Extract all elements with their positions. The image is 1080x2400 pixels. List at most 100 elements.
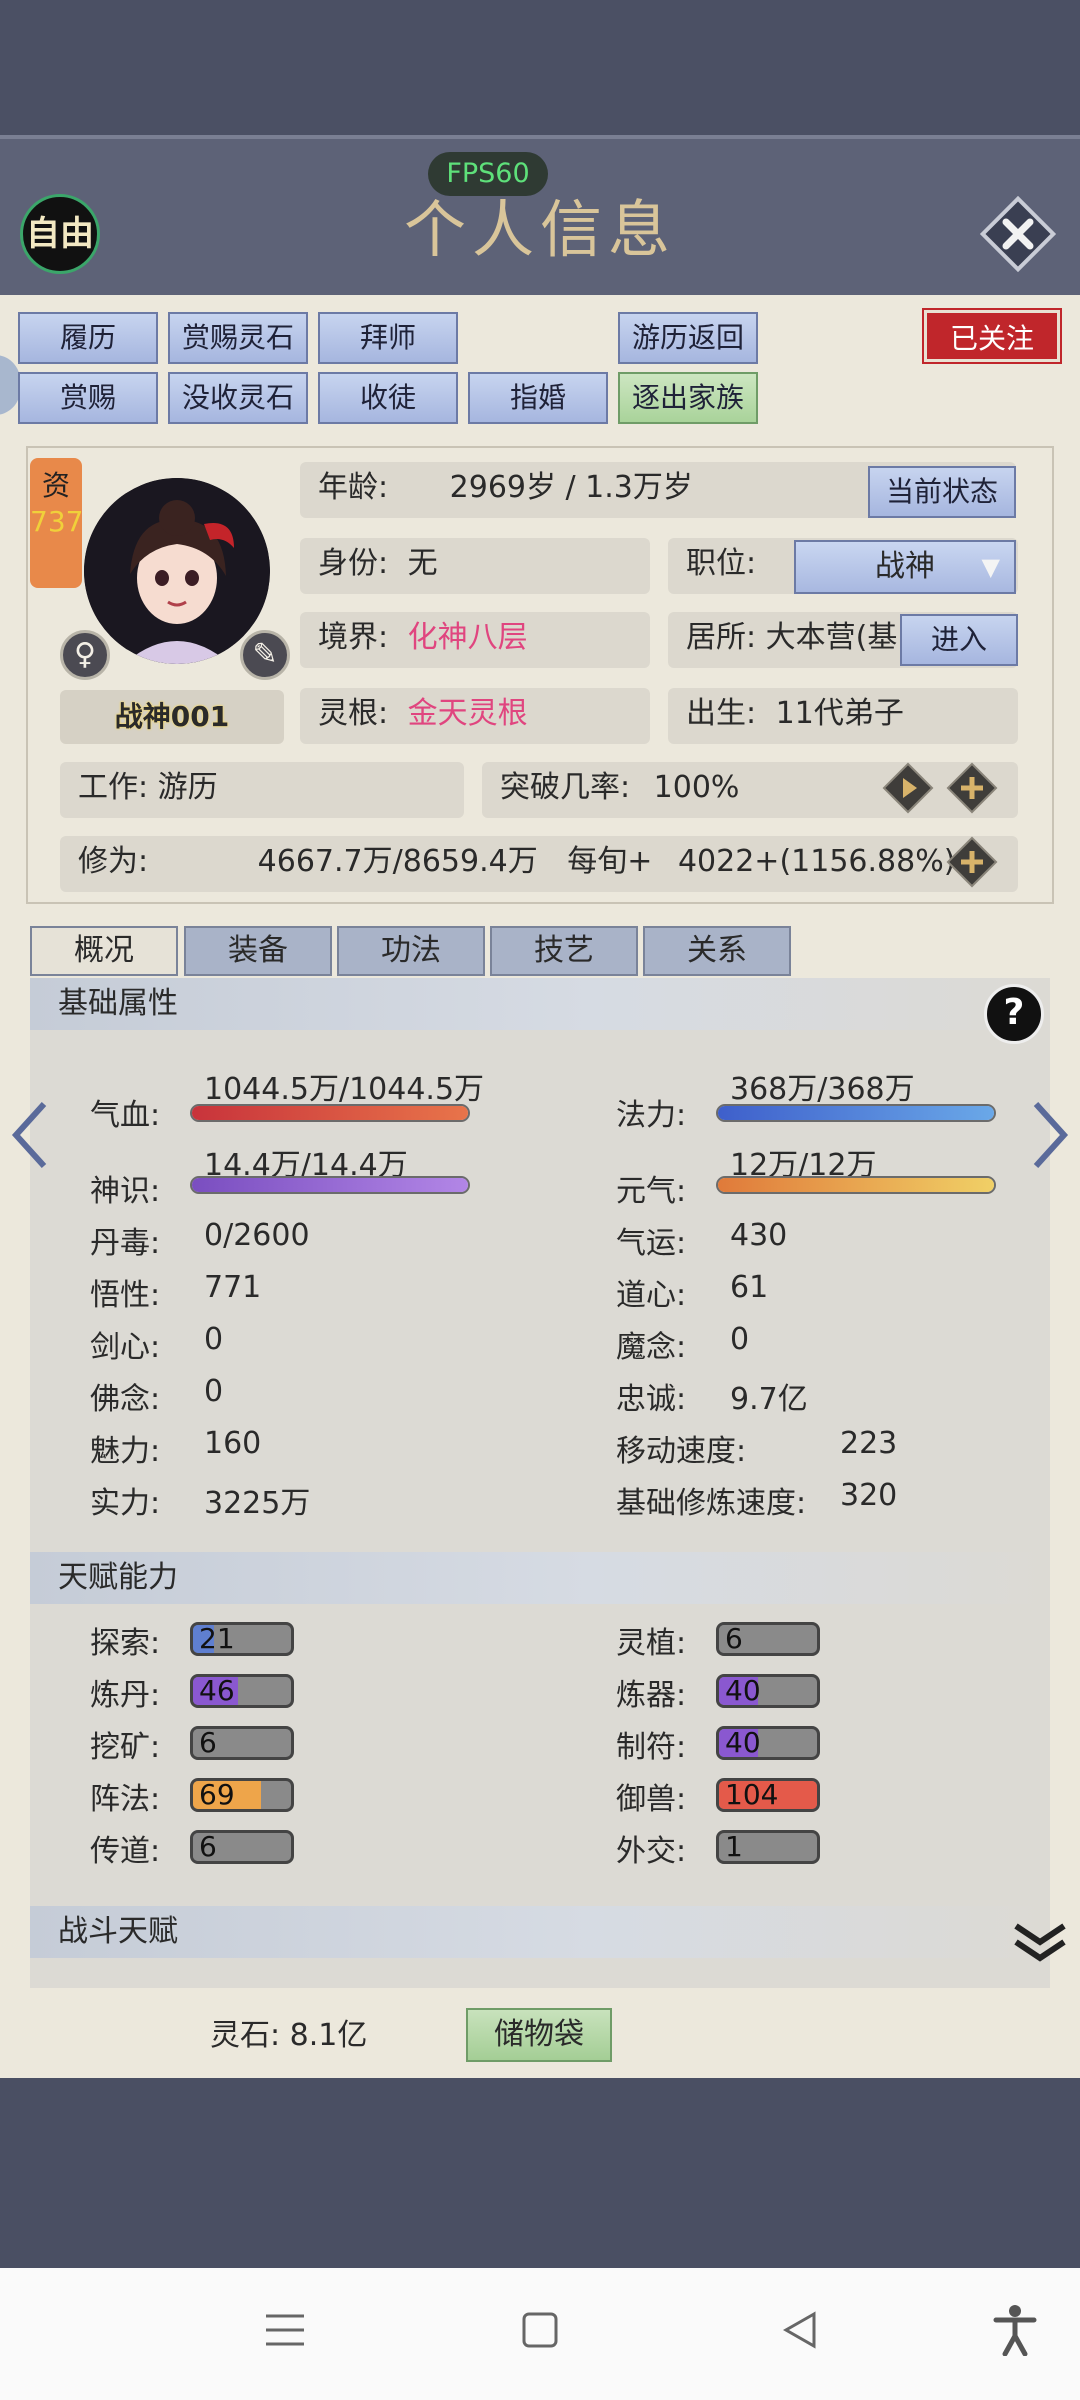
previous-character-button[interactable] (8, 1100, 52, 1170)
spirit-root-row: 灵根: 金天灵根 (300, 688, 650, 744)
stat-value: 3225万 (204, 1486, 311, 1521)
vital-bar (716, 1176, 996, 1194)
confiscate-stone-button[interactable]: 没收灵石 (168, 372, 308, 424)
tab-equipment[interactable]: 装备 (184, 926, 332, 976)
talent-label: 挖矿: (90, 1730, 161, 1765)
birth-label: 出生: (686, 696, 757, 731)
tab-skills[interactable]: 功法 (337, 926, 485, 976)
realm-label: 境界: (318, 620, 389, 655)
spirit-stone-display: 灵石: 8.1亿 (210, 2010, 367, 2062)
play-button[interactable] (882, 762, 934, 814)
chevron-left-icon (11, 1101, 47, 1169)
stat-value: 0 (204, 1322, 224, 1357)
double-chevron-down-icon (1014, 1923, 1066, 1962)
apprentice-button[interactable]: 拜师 (318, 312, 458, 364)
close-button[interactable] (979, 195, 1057, 273)
tab-overview[interactable]: 概况 (30, 926, 178, 976)
reward-stone-button[interactable]: 赏赐灵石 (168, 312, 308, 364)
stat-label: 实力: (90, 1486, 161, 1521)
birth-value: 11代弟子 (775, 696, 904, 731)
enter-button[interactable]: 进入 (900, 614, 1018, 666)
work-value: 游历 (157, 770, 218, 805)
expel-family-button[interactable]: 逐出家族 (618, 372, 758, 424)
stat-value: 0 (204, 1374, 224, 1409)
stat-label: 魅力: (90, 1434, 161, 1469)
spirit-root-label: 灵根: (318, 696, 389, 731)
next-character-button[interactable] (1028, 1100, 1072, 1170)
add-cultivation-button[interactable] (946, 836, 998, 888)
avatar[interactable] (84, 478, 270, 664)
talent-header: 天赋能力 (30, 1552, 1050, 1604)
breakthrough-value: 100% (653, 770, 740, 805)
sense-bar (190, 1176, 470, 1194)
age-value: 2969岁 / 1.3万岁 (449, 470, 693, 505)
talent-value-pill: 46 (190, 1674, 294, 1708)
stat-label: 道心: (616, 1278, 687, 1313)
stat-value: 223 (840, 1426, 898, 1461)
take-disciple-button[interactable]: 收徒 (318, 372, 458, 424)
reward-button[interactable]: 赏赐 (18, 372, 158, 424)
free-mode-button[interactable]: 自由 (20, 194, 100, 274)
close-icon (979, 195, 1057, 273)
position-label: 职位: (686, 546, 757, 581)
aptitude-value: 737 (30, 505, 84, 538)
stat-label: 悟性: (90, 1278, 161, 1313)
stat-value: 0/2600 (204, 1218, 310, 1253)
menu-button[interactable] (262, 2310, 308, 2354)
help-button[interactable]: ? (984, 984, 1044, 1044)
current-status-button[interactable]: 当前状态 (868, 466, 1016, 518)
character-name: 战神001 (60, 690, 284, 744)
birth-row: 出生: 11代弟子 (668, 688, 1018, 744)
female-icon: ♀ (60, 630, 110, 680)
stat-label: 移动速度: (616, 1434, 747, 1469)
chevron-right-icon (1033, 1101, 1069, 1169)
stat-label: 基础修炼速度: (616, 1486, 807, 1521)
home-button[interactable] (520, 2310, 560, 2354)
add-breakthrough-button[interactable] (946, 762, 998, 814)
hp-value: 1044.5万/1044.5万 (204, 1072, 485, 1107)
stat-label: 丹毒: (90, 1226, 161, 1261)
chevron-down-icon: ▼ (981, 553, 1000, 581)
identity-row: 身份: 无 (300, 538, 650, 594)
back-button[interactable] (780, 2310, 820, 2354)
home-square-icon (522, 2312, 558, 2348)
talent-label: 灵植: (616, 1626, 687, 1661)
talent-value-pill: 6 (190, 1830, 294, 1864)
followed-badge[interactable]: 已关注 (924, 310, 1060, 362)
spirit-stone-value: 8.1亿 (289, 2018, 368, 2053)
talent-label: 阵法: (90, 1782, 161, 1817)
sense-bar-fill (192, 1178, 468, 1192)
portrait-icon (84, 478, 270, 664)
talent-label: 御兽: (616, 1782, 687, 1817)
expand-button[interactable] (1010, 1918, 1070, 1968)
tab-crafts[interactable]: 技艺 (490, 926, 638, 976)
talent-label: 外交: (616, 1834, 687, 1869)
mana-label: 法力: (616, 1098, 687, 1133)
stat-label: 魔念: (616, 1330, 687, 1365)
arrange-marriage-button[interactable]: 指婚 (468, 372, 608, 424)
bottom-band (0, 2078, 1080, 2268)
talent-value-pill: 69 (190, 1778, 294, 1812)
plus-icon (946, 762, 998, 814)
hp-label: 气血: (90, 1098, 161, 1133)
cultivation-row: 修为: 4667.7万/8659.4万 每旬+ 4022+(1156.88%) (60, 836, 1018, 892)
aptitude-label: 资 (41, 469, 70, 502)
travel-return-button[interactable]: 游历返回 (618, 312, 758, 364)
position-select[interactable]: 战神 ▼ (794, 540, 1016, 594)
identity-label: 身份: (318, 546, 389, 581)
spirit-stone-label: 灵石: (210, 2018, 281, 2053)
menu-icon (266, 2314, 304, 2346)
talent-value-pill: 40 (716, 1674, 820, 1708)
realm-value: 化神八层 (407, 620, 528, 655)
sense-label: 神识: (90, 1174, 161, 1209)
storage-bag-button[interactable]: 储物袋 (466, 2008, 612, 2062)
tab-relations[interactable]: 关系 (643, 926, 791, 976)
rename-pen-icon[interactable]: ✎ (240, 630, 290, 680)
hp-bar-fill (192, 1106, 468, 1120)
work-row: 工作: 游历 (60, 762, 464, 818)
talent-value-pill: 6 (190, 1726, 294, 1760)
accessibility-button[interactable] (992, 2304, 1038, 2360)
page-title: 个人信息 (403, 193, 676, 266)
history-button[interactable]: 履历 (18, 312, 158, 364)
stat-value: 160 (204, 1426, 262, 1461)
